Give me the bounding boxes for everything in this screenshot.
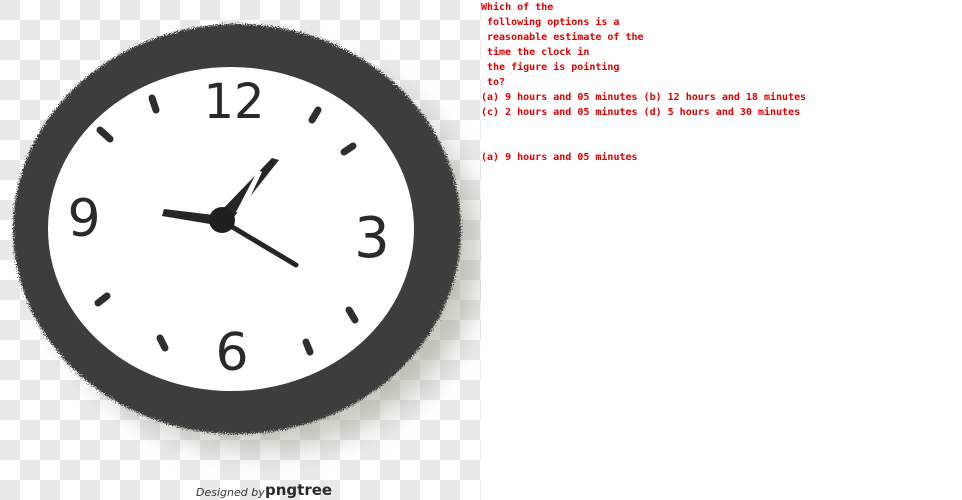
clock-illustration: 12 3 6 9 Designed by pngtree	[0, 0, 481, 500]
watermark-brand: pngtree	[265, 481, 332, 499]
clock-numeral-6: 6	[215, 323, 248, 383]
option-line-a-b: (a) 9 hours and 05 minutes (b) 12 hours …	[481, 92, 807, 103]
question-line: Which of the	[481, 2, 554, 13]
clock-figure: 12 3 6 9 Designed by pngtree	[0, 0, 481, 500]
clock-numeral-3: 3	[354, 206, 390, 271]
selected-answer: (a) 9 hours and 05 minutes	[481, 152, 638, 163]
question-line: the figure is pointing	[487, 62, 620, 73]
clock-center-pin	[209, 207, 235, 233]
watermark-prefix: Designed by	[196, 486, 265, 499]
answer-options: (a) 9 hours and 05 minutes (b) 12 hours …	[481, 90, 962, 120]
question-line: reasonable estimate of the	[487, 32, 644, 43]
question-panel: Which of the following options is a reas…	[481, 0, 962, 500]
option-line-c-d: (c) 2 hours and 05 minutes (d) 5 hours a…	[481, 107, 801, 118]
question-line: following options is a	[487, 17, 620, 28]
question-line: time the clock in	[487, 47, 590, 58]
question-line: to?	[487, 77, 506, 88]
clock-numeral-9: 9	[67, 189, 100, 249]
question-text: Which of the following options is a reas…	[481, 0, 962, 90]
clock-numeral-12: 12	[203, 74, 264, 130]
